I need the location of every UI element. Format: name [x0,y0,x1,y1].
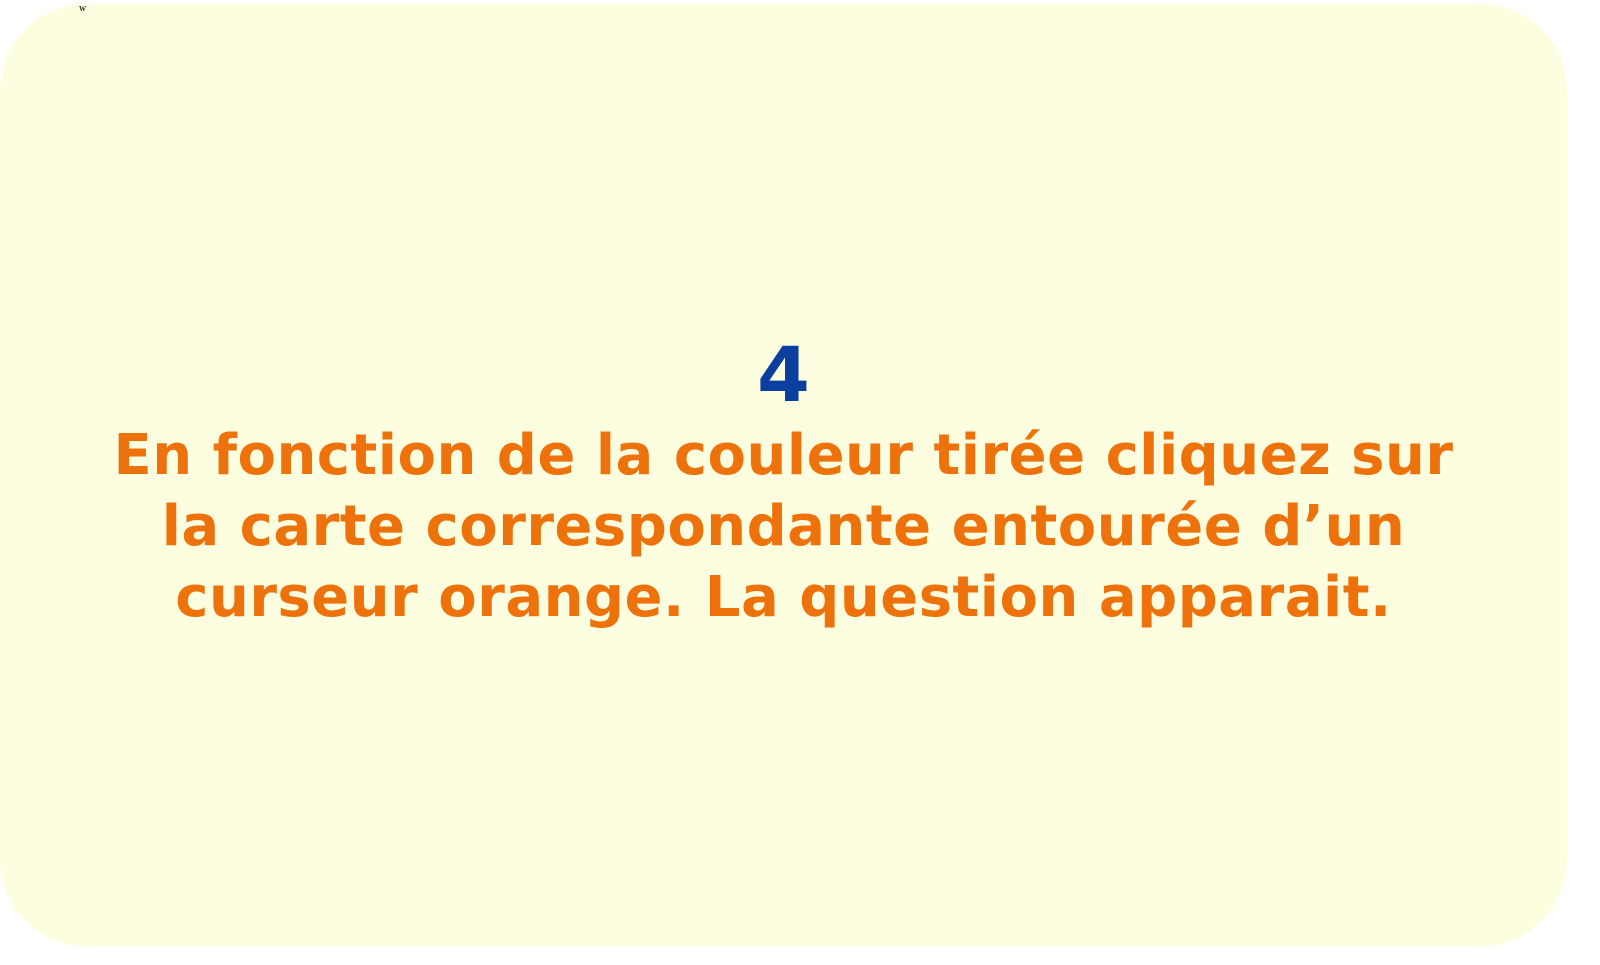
instruction-card: 4 En fonction de la couleur tirée clique… [0,4,1567,946]
corner-mark: w [79,3,87,14]
step-number: 4 [757,330,810,419]
instruction-text: En fonction de la couleur tirée cliquez … [113,423,1454,630]
